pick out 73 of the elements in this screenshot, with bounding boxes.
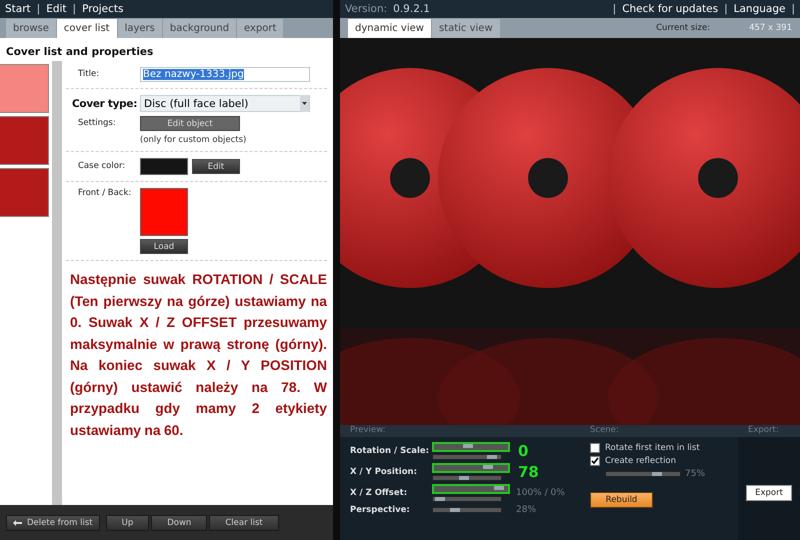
tab[interactable]: cover list xyxy=(56,19,117,38)
tab[interactable]: export xyxy=(237,19,284,38)
version-number: 0.9.2.1 xyxy=(393,3,430,15)
list-button[interactable]: Down xyxy=(151,514,208,530)
color-swatch[interactable] xyxy=(140,158,188,175)
check-icon xyxy=(591,457,599,465)
slider-thumb[interactable] xyxy=(435,497,446,501)
tab[interactable]: browse xyxy=(6,19,56,38)
tab[interactable]: layers xyxy=(118,19,162,38)
field-label: Case color: xyxy=(78,160,126,172)
slider-label: X / Y Position: xyxy=(350,467,418,477)
menu-separator: | xyxy=(724,3,728,15)
slider-reading: 28% xyxy=(516,505,536,515)
slider-thumb[interactable] xyxy=(486,455,497,459)
cover-type-dropdown[interactable]: Disc (full face label) xyxy=(140,95,310,112)
checkbox[interactable] xyxy=(590,456,600,466)
menu-separator: | xyxy=(612,3,616,15)
tab[interactable]: static view xyxy=(432,19,500,38)
version-label: Version: xyxy=(345,3,388,15)
note-text: (only for custom objects) xyxy=(140,135,248,145)
section-title: Scene: xyxy=(590,425,620,437)
field-label: Front / Back: xyxy=(78,188,132,200)
cover-thumbnail[interactable] xyxy=(0,64,49,113)
slider-reading: 100% / 0% xyxy=(516,488,565,498)
section-title: Export: xyxy=(747,425,779,437)
edit-button[interactable]: Edit xyxy=(192,159,240,174)
field-label: Cover type: xyxy=(72,98,138,110)
checkbox[interactable] xyxy=(590,443,600,453)
slider-reading: 0 xyxy=(518,442,528,460)
menu-item[interactable]: Language xyxy=(734,3,786,15)
checkbox-label: Create reflection xyxy=(605,456,676,466)
section-title: Preview: xyxy=(349,425,386,437)
slider-thumb[interactable] xyxy=(494,486,504,490)
slider-thumb[interactable] xyxy=(462,444,473,448)
scrollbar[interactable] xyxy=(52,61,62,505)
cover-thumbnail[interactable] xyxy=(0,116,49,165)
tab[interactable]: dynamic view xyxy=(348,19,431,38)
slider-thumb[interactable] xyxy=(652,472,662,476)
cover-thumbnail[interactable] xyxy=(0,168,49,217)
image-swatch[interactable] xyxy=(140,188,188,236)
field-label: Settings: xyxy=(78,118,117,130)
slider-label: Rotation / Scale: xyxy=(350,446,430,456)
edit-object-button[interactable]: Edit object xyxy=(140,116,240,131)
field-label: Title: xyxy=(78,68,100,80)
menu-item[interactable]: Edit xyxy=(46,3,67,15)
size-value: 457 x 391 xyxy=(749,23,792,33)
checkbox-label: Rotate first item in list xyxy=(605,443,700,453)
title-field[interactable]: Bez nazwy-1333.jpg xyxy=(140,67,310,82)
size-label: Current size: xyxy=(656,23,710,33)
menu-item[interactable]: Check for updates xyxy=(622,3,718,15)
arrow-left-icon xyxy=(13,520,22,526)
slider-label: Perspective: xyxy=(350,505,411,515)
menu-separator: | xyxy=(36,3,40,15)
slider-thumb[interactable] xyxy=(450,508,460,512)
menu-item[interactable]: Projects xyxy=(82,3,124,15)
caret-icon xyxy=(300,95,309,112)
menu-separator: | xyxy=(791,3,795,15)
menu-separator: | xyxy=(72,3,76,15)
list-button[interactable]: Clear list xyxy=(209,514,279,530)
slider-reading: 78 xyxy=(518,463,539,481)
panel-heading: Cover list and properties xyxy=(5,45,154,60)
instruction-text: Następnie suwak ROTATION / SCALE (Ten pierwszy na górze) ustawiamy na 0. Suwak X / Z OFFSET przesuwamy maksymalnie w prawą stronę (górny). Na koniec suwak X / Y POSITION (górny) ustawić należy na 78. W przypadku gdy mamy 2 etykiety ustawiamy na 60. xyxy=(69,270,327,440)
tab[interactable]: background xyxy=(162,19,236,38)
menu-item[interactable]: Start xyxy=(5,3,31,15)
slider-thumb[interactable] xyxy=(482,465,493,469)
rebuild-button[interactable]: Rebuild xyxy=(590,492,653,508)
load-button[interactable]: Load xyxy=(140,239,188,254)
slider-label: X / Z Offset: xyxy=(350,488,408,498)
slider-thumb[interactable] xyxy=(459,476,470,480)
export-button[interactable]: Export xyxy=(746,484,792,500)
slider-reading: 75% xyxy=(685,469,706,479)
list-button[interactable]: Delete from list xyxy=(6,514,100,530)
list-button[interactable]: Up xyxy=(106,514,150,530)
